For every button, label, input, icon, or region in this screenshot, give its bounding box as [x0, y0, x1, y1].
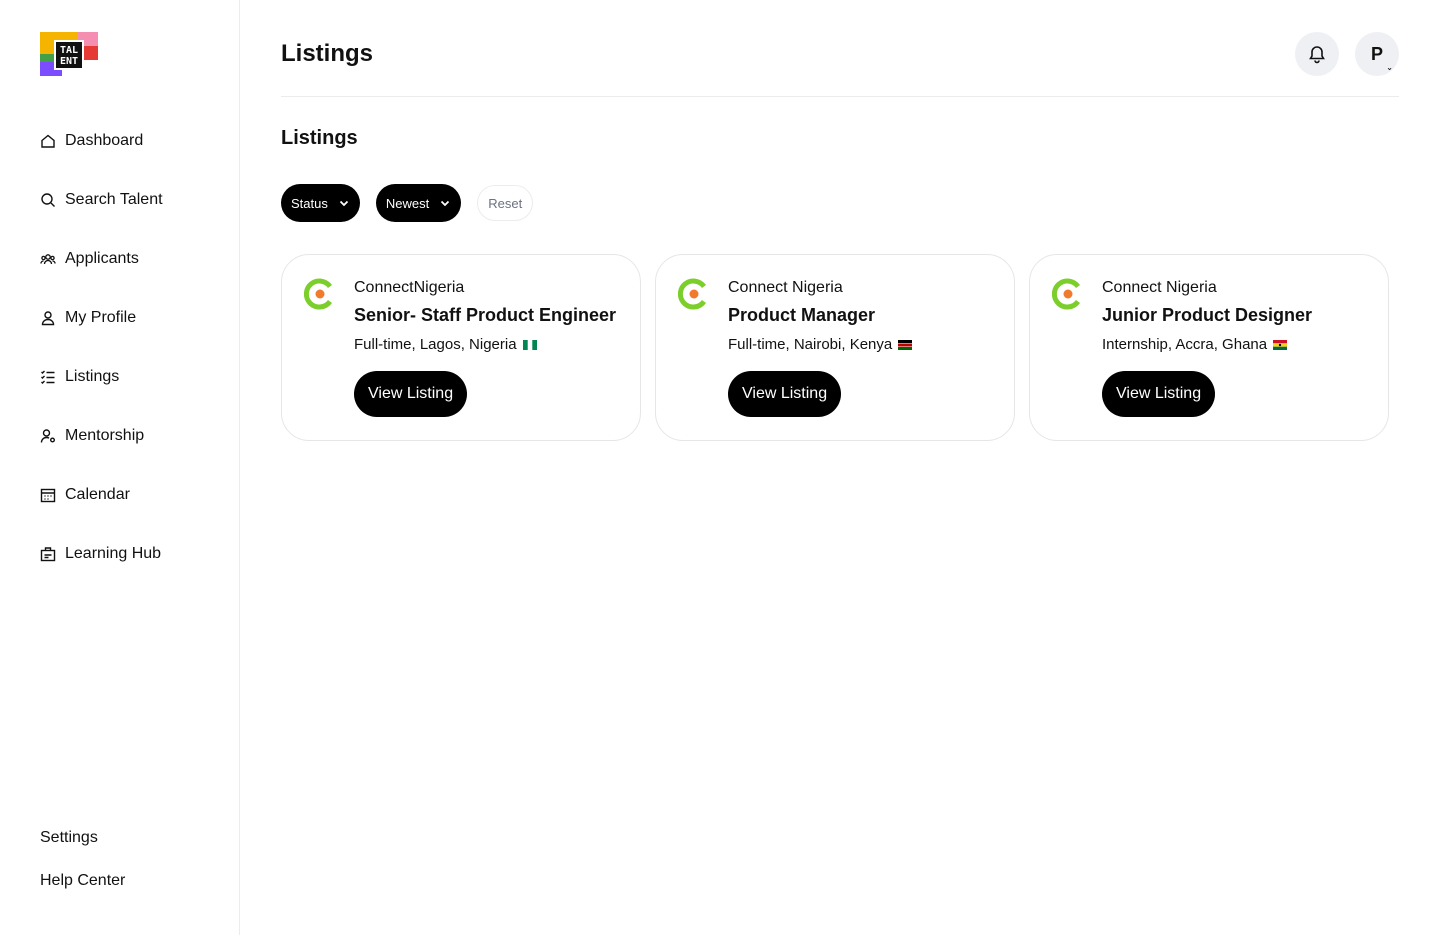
status-filter-dropdown[interactable]: Status	[281, 184, 360, 222]
sidebar-item-label: Applicants	[65, 250, 139, 267]
sidebar-item-calendar[interactable]: Calendar	[40, 475, 230, 515]
section-title: Listings	[281, 127, 358, 149]
home-icon	[41, 134, 55, 148]
sidebar-item-label: Search Talent	[65, 191, 163, 208]
search-icon	[41, 193, 55, 207]
sidebar-nav: Dashboard Search Talent Applicants My Pr…	[40, 121, 230, 593]
bell-icon	[1309, 46, 1325, 64]
company-logo-icon	[304, 278, 333, 310]
job-meta: Full-time, Nairobi, Kenya	[728, 336, 913, 353]
briefcase-icon	[40, 547, 56, 562]
sidebar-item-label: My Profile	[65, 309, 137, 326]
calendar-icon	[40, 488, 56, 503]
sidebar-item-mentorship[interactable]: Mentorship	[40, 416, 230, 456]
nigeria-flag-icon	[522, 339, 537, 350]
company-name: Connect Nigeria	[1102, 279, 1217, 296]
listings-grid: ConnectNigeria Senior- Staff Product Eng…	[281, 254, 1403, 441]
help-center-link[interactable]: Help Center	[40, 869, 125, 893]
kenya-flag-icon	[898, 339, 913, 350]
sort-dropdown[interactable]: Newest	[375, 184, 462, 222]
job-meta: Internship, Accra, Ghana	[1102, 336, 1288, 353]
sidebar-item-applicants[interactable]: Applicants	[40, 239, 230, 279]
sidebar-item-search-talent[interactable]: Search Talent	[40, 180, 230, 220]
listing-card: Connect Nigeria Product Manager Full-tim…	[655, 254, 1015, 441]
company-name: Connect Nigeria	[728, 279, 843, 296]
listing-card: Connect Nigeria Junior Product Designer …	[1029, 254, 1389, 441]
filter-bar: Status Newest Reset	[281, 184, 534, 222]
user-icon	[41, 311, 55, 326]
sidebar-item-label: Mentorship	[65, 427, 145, 444]
app-logo[interactable]: TAL ENT	[40, 32, 98, 76]
chevron-down-icon	[441, 200, 450, 207]
page-title: Listings	[281, 40, 374, 67]
sidebar: TAL ENT Dashboard Search Talent Applican…	[0, 0, 240, 935]
company-logo-icon	[1052, 278, 1081, 310]
sidebar-item-label: Learning Hub	[65, 545, 162, 562]
company-logo-icon	[678, 278, 707, 310]
status-filter-label: Status	[291, 195, 328, 211]
list-icon	[41, 370, 55, 384]
job-title: Junior Product Designer	[1102, 305, 1313, 325]
view-listing-button[interactable]: View Listing	[1102, 371, 1216, 417]
user-gear-icon	[40, 429, 55, 443]
sort-label: Newest	[385, 195, 430, 211]
listing-card: ConnectNigeria Senior- Staff Product Eng…	[281, 254, 641, 441]
sidebar-item-learning-hub[interactable]: Learning Hub	[40, 534, 230, 574]
chevron-down-icon: ⌄	[1386, 63, 1393, 72]
users-icon	[40, 254, 56, 265]
user-avatar[interactable]: P ⌄	[1355, 32, 1399, 76]
job-meta: Full-time, Lagos, Nigeria	[354, 336, 537, 353]
top-header: Listings P ⌄	[281, 0, 1399, 97]
sidebar-item-label: Calendar	[65, 486, 130, 503]
sidebar-item-label: Dashboard	[65, 132, 144, 149]
sidebar-item-listings[interactable]: Listings	[40, 357, 230, 397]
notifications-button[interactable]	[1295, 32, 1339, 76]
sidebar-item-label: Listings	[65, 368, 120, 385]
ghana-flag-icon	[1273, 339, 1288, 350]
job-title: Senior- Staff Product Engineer	[354, 305, 617, 325]
view-listing-button[interactable]: View Listing	[728, 371, 842, 417]
job-meta-text: Full-time, Lagos, Nigeria	[354, 336, 517, 353]
job-title: Product Manager	[728, 305, 876, 325]
company-name: ConnectNigeria	[354, 279, 465, 296]
view-listing-button[interactable]: View Listing	[354, 371, 468, 417]
job-meta-text: Full-time, Nairobi, Kenya	[728, 336, 893, 353]
job-meta-text: Internship, Accra, Ghana	[1102, 336, 1268, 353]
avatar-initial: P	[1370, 43, 1383, 64]
chevron-down-icon	[339, 200, 348, 207]
settings-link[interactable]: Settings	[40, 826, 125, 850]
sidebar-item-my-profile[interactable]: My Profile	[40, 298, 230, 338]
reset-button[interactable]: Reset	[477, 185, 534, 221]
sidebar-item-dashboard[interactable]: Dashboard	[40, 121, 230, 161]
logo-text: TAL ENT	[54, 40, 84, 70]
sidebar-bottom-links: Settings Help Center	[40, 826, 125, 912]
